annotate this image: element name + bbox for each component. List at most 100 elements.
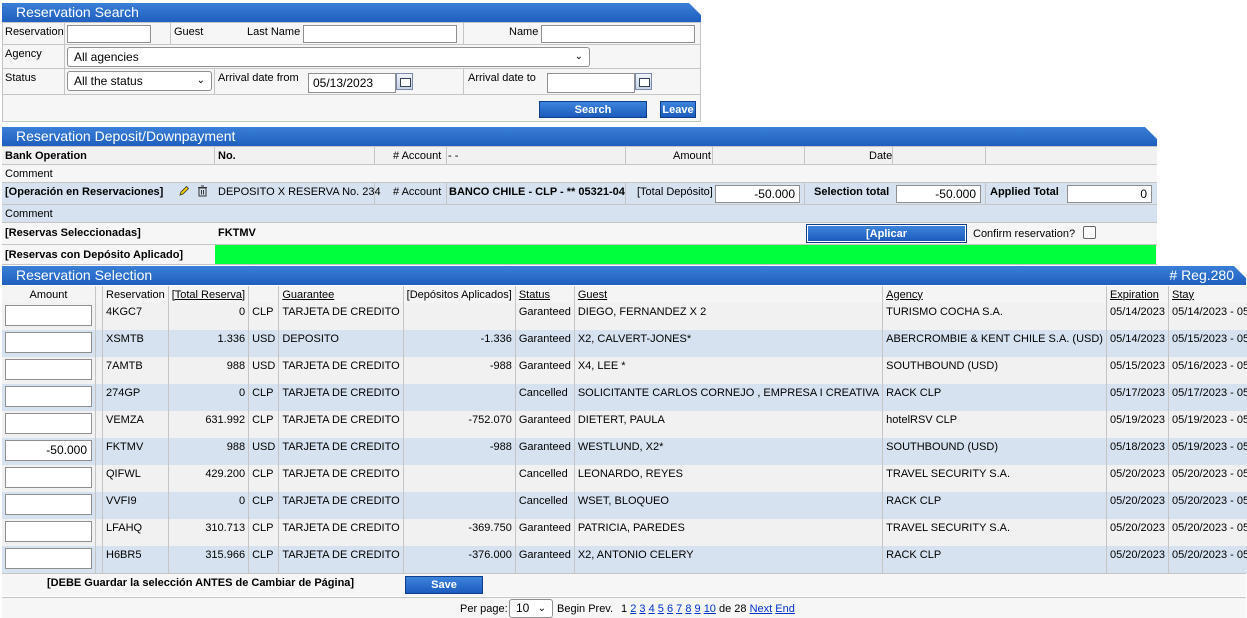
cell-agency: TRAVEL SECURITY S.A. — [882, 519, 1107, 546]
chevron-down-icon: ⌄ — [196, 75, 205, 86]
column-header-status[interactable]: Status — [515, 286, 575, 303]
cell-guarantee: TARJETA DE CREDITO — [278, 411, 404, 438]
cell-guarantee: TARJETA DE CREDITO — [278, 465, 404, 492]
cell-expiration: 05/20/2023 — [1106, 519, 1170, 546]
cell-amount-input — [2, 330, 96, 357]
cell-row-spacer — [95, 384, 103, 411]
cell-stay: 05/20/2023 - 05/20/2023 — [1168, 519, 1247, 546]
cell-deposits-applied: -1.336 — [403, 330, 516, 357]
cell-row-spacer — [95, 357, 103, 384]
amount-input[interactable]: -50.000 — [5, 440, 92, 461]
column-header-guarantee[interactable]: Guarantee — [278, 286, 404, 303]
cell-total-reserva: 0 — [168, 303, 250, 330]
trash-icon[interactable] — [197, 185, 208, 197]
calendar-icon[interactable] — [635, 73, 652, 90]
column-header-expiration[interactable]: Expiration — [1106, 286, 1170, 303]
cell-guest: WESTLUND, X2* — [574, 438, 884, 465]
cell-status: Cancelled — [515, 384, 575, 411]
cell-guest: PATRICIA, PAREDES — [574, 519, 884, 546]
arrival-from-value: 05/13/2023 — [313, 76, 374, 90]
total-deposit-input[interactable]: -50.000 — [715, 185, 800, 203]
cell-status: Garanteed — [515, 411, 575, 438]
chevron-down-icon: ⌄ — [574, 51, 583, 62]
cell-guest: LEONARDO, REYES — [574, 465, 884, 492]
cell-amount-input — [2, 546, 96, 573]
table-row: 7AMTB 988 USD TARJETA DE CREDITO -988 Garante… — [2, 357, 1247, 384]
begin-prev: Begin Prev. — [557, 603, 614, 615]
agency-select[interactable]: All agencies ⌄ — [67, 47, 590, 67]
column-header-guest[interactable]: Guest — [574, 286, 884, 303]
column-header-amount: Amount — [2, 286, 96, 303]
page-link[interactable]: 3 — [639, 603, 645, 615]
apply-deposit-button[interactable]: [Aplicar Depósito/Devolución] — [806, 224, 967, 257]
table-row: VVFI9 0 CLP TARJETA DE CREDITO Cancelled WSET… — [2, 492, 1247, 519]
selected-reservations-label: [Reservas Seleccionadas] — [5, 227, 141, 239]
amount-input[interactable] — [5, 332, 92, 353]
comment-label: Comment — [5, 168, 53, 180]
arrival-from-input[interactable]: 05/13/2023 — [308, 73, 396, 93]
cell-deposits-applied: -988 — [403, 438, 516, 465]
amount-input[interactable] — [5, 467, 92, 488]
cell-agency: RACK CLP — [882, 384, 1107, 411]
cell-guarantee: TARJETA DE CREDITO — [278, 492, 404, 519]
amount-input[interactable] — [5, 521, 92, 542]
per-page-select[interactable]: 10 ⌄ — [509, 599, 553, 618]
cell-agency: SOUTHBOUND (USD) — [882, 438, 1107, 465]
no-label: No. — [218, 150, 236, 162]
reservation-input[interactable] — [67, 25, 151, 43]
status-select[interactable]: All the status ⌄ — [67, 71, 212, 91]
page-link[interactable]: 7 — [676, 603, 682, 615]
column-header-total[interactable]: [Total Reserva] — [168, 286, 250, 303]
total-deposit-label: [Total Depósito] — [637, 186, 713, 198]
page-link[interactable]: 5 — [658, 603, 664, 615]
applied-reservations-bar — [215, 245, 1156, 264]
page-current: 1 — [621, 603, 628, 615]
cell-expiration: 05/15/2023 — [1106, 357, 1170, 384]
edit-pencil-icon[interactable] — [178, 185, 190, 197]
arrival-to-input[interactable] — [547, 73, 635, 93]
name-input[interactable] — [541, 25, 695, 43]
page-link[interactable]: 10 — [704, 603, 716, 615]
amount-input[interactable] — [5, 359, 92, 380]
account-label-2: # Account — [393, 186, 442, 198]
next-page-link[interactable]: Next — [750, 603, 773, 615]
cell-reservation-code: H6BR5 — [102, 546, 169, 573]
selection-total-input[interactable]: -50.000 — [896, 185, 981, 203]
column-header-stay[interactable]: Stay — [1168, 286, 1247, 303]
amount-input[interactable] — [5, 494, 92, 515]
cell-deposits-applied — [403, 384, 516, 411]
operation-label: [Operación en Reservaciones] — [5, 186, 164, 198]
confirm-reservation-checkbox[interactable] — [1083, 226, 1096, 239]
page-link[interactable]: 4 — [649, 603, 655, 615]
search-panel-title: Reservation Search — [16, 4, 139, 20]
calendar-icon[interactable] — [396, 73, 413, 90]
cell-amount-input — [2, 357, 96, 384]
account-value-2: BANCO CHILE - CLP - ** 05321-04 — [449, 186, 625, 198]
cell-row-spacer — [95, 303, 103, 330]
end-page-link[interactable]: End — [775, 603, 795, 615]
page-link[interactable]: 6 — [667, 603, 673, 615]
amount-input[interactable] — [5, 386, 92, 407]
page-link[interactable]: 2 — [630, 603, 636, 615]
bank-operation-label: Bank Operation — [5, 150, 87, 162]
cell-expiration: 05/14/2023 — [1106, 330, 1170, 357]
amount-input[interactable] — [5, 305, 92, 326]
column-header-agency[interactable]: Agency — [882, 286, 1107, 303]
cell-guest: X4, LEE * — [574, 357, 884, 384]
page-link[interactable]: 9 — [695, 603, 701, 615]
cell-total-reserva: 1.336 — [168, 330, 250, 357]
leave-button[interactable]: Leave — [660, 101, 696, 118]
page-link[interactable]: 8 — [685, 603, 691, 615]
applied-total-input[interactable]: 0 — [1067, 185, 1152, 203]
cell-currency: CLP — [248, 465, 280, 492]
chevron-down-icon: ⌄ — [537, 603, 546, 614]
cell-status: Garanteed — [515, 330, 575, 357]
save-selection-button[interactable]: Save Selection — [405, 576, 483, 608]
page-total: de 28 — [719, 603, 747, 615]
cell-guest: DIETERT, PAULA — [574, 411, 884, 438]
search-reservations-button[interactable]: Search Reservations — [539, 101, 647, 133]
last-name-input[interactable] — [303, 25, 457, 43]
amount-input[interactable] — [5, 413, 92, 434]
confirm-reservation-label: Confirm reservation? — [973, 228, 1076, 240]
amount-input[interactable] — [5, 548, 92, 569]
